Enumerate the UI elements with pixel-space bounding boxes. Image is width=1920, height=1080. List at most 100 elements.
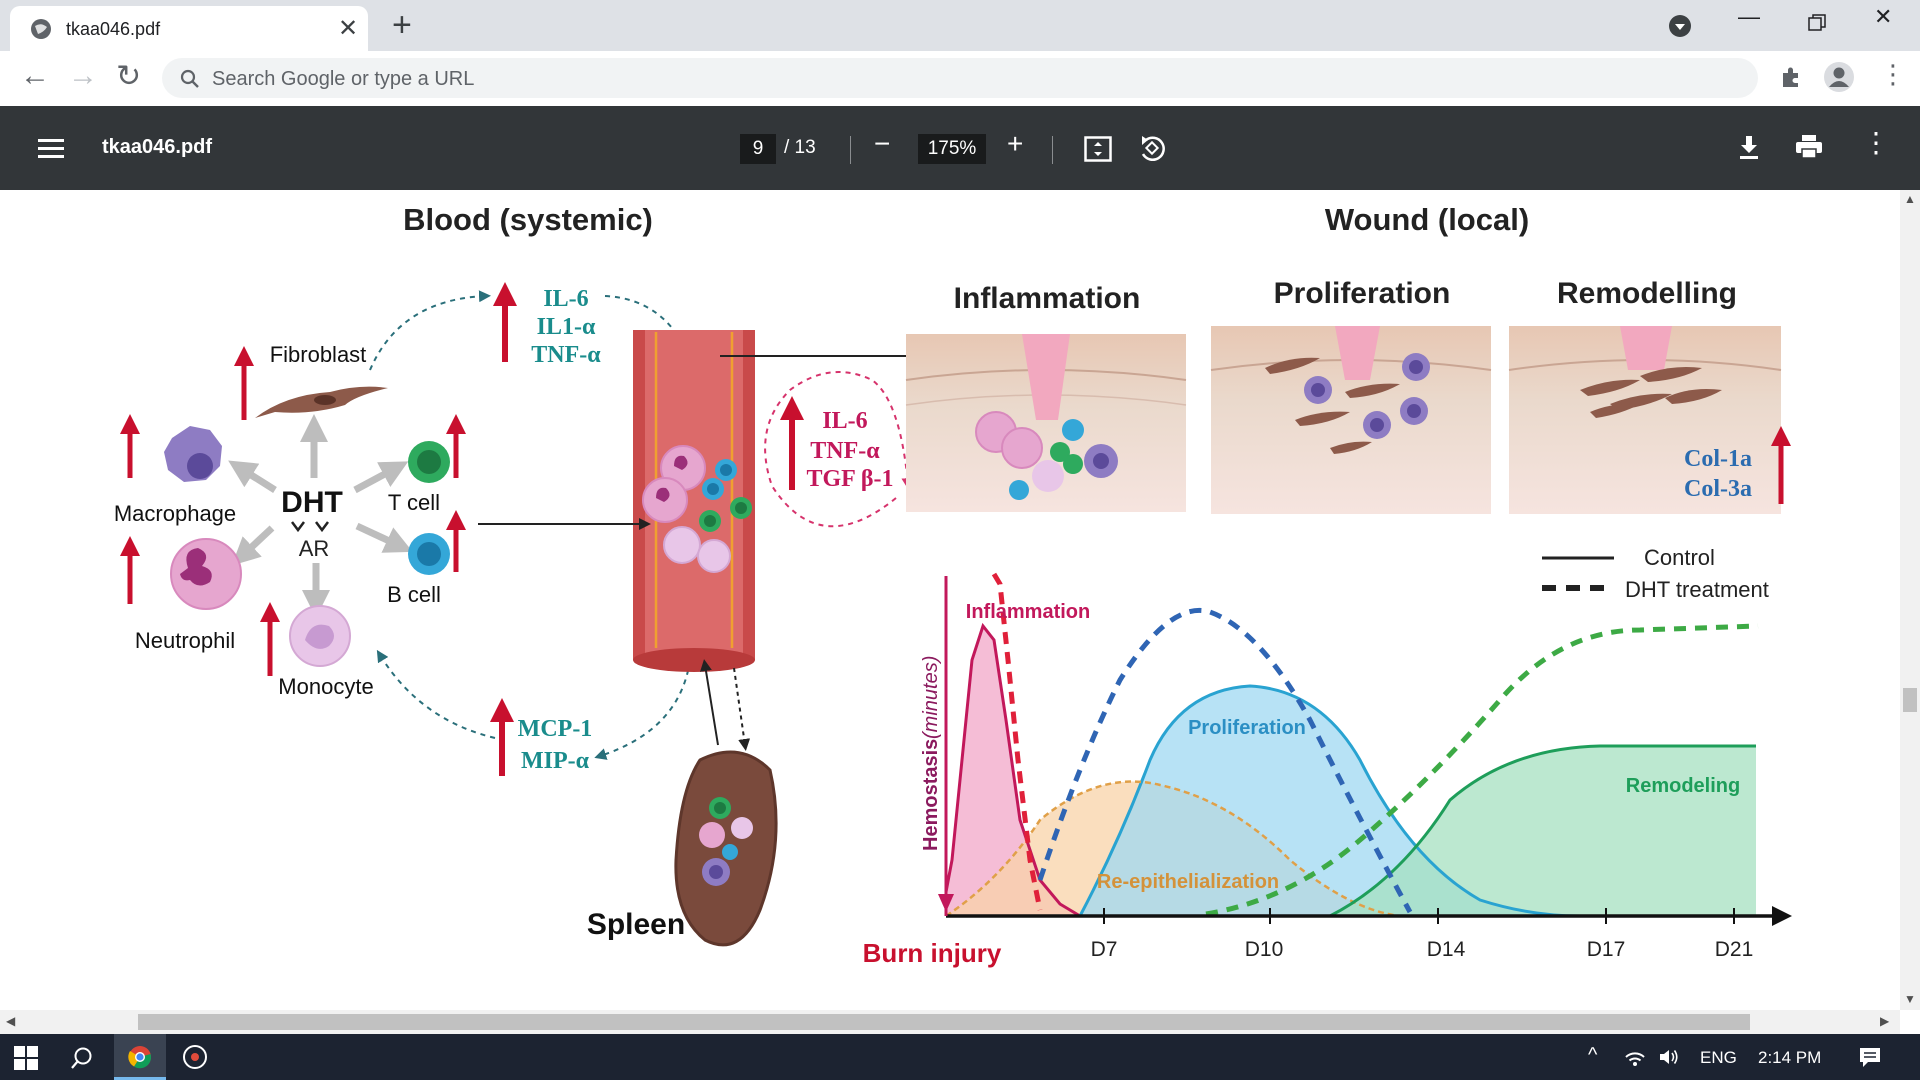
healing-phase-chart: D7 D10 D14 D17 D21 Burn injury Hemostasi… — [863, 545, 1792, 968]
dashed-flow-fibroblast — [369, 290, 491, 371]
horizontal-scrollbar[interactable]: ◀ ▶ — [0, 1010, 1900, 1034]
page-total: / 13 — [784, 137, 816, 158]
globe-icon — [31, 19, 51, 39]
macrophage-nucleus — [187, 453, 213, 479]
minimize-icon[interactable]: — — [1738, 4, 1760, 30]
spleen-to-vessel-arrow — [700, 659, 719, 746]
reload-icon[interactable]: ↻ — [116, 59, 141, 94]
address-bar[interactable]: Search Google or type a URL — [162, 58, 1758, 98]
download-icon[interactable] — [1738, 134, 1760, 160]
volume-icon[interactable] — [1658, 1047, 1680, 1067]
taskbar-search-icon[interactable] — [70, 1046, 94, 1070]
neutrophil-label: Neutrophil — [135, 628, 235, 653]
vessel-end — [633, 648, 755, 672]
t-cell-label: T cell — [388, 490, 440, 515]
collagen-col1a: Col-1a — [1684, 446, 1752, 472]
y-label-bold: Hemostasis — [920, 739, 942, 851]
extensions-puzzle-icon[interactable] — [1779, 65, 1803, 89]
notification-center-icon[interactable] — [1858, 1046, 1882, 1068]
collagen-col3a: Col-3a — [1684, 476, 1752, 502]
vertical-scroll-thumb[interactable] — [1903, 688, 1917, 712]
tray-chevron-up-icon[interactable]: ^ — [1588, 1044, 1597, 1067]
chrome-menu-icon[interactable]: ⋮ — [1880, 59, 1906, 90]
wound-cytokine-tnfa: TNF-α — [810, 438, 880, 464]
tab-search-icon[interactable] — [1668, 14, 1692, 38]
vertical-scrollbar[interactable]: ▲ ▼ — [1900, 190, 1920, 1010]
search-icon — [180, 69, 199, 88]
inflammation-panel: Inflammation — [905, 282, 1187, 512]
series-label-reepithelialization: Re-epithelialization — [1097, 871, 1279, 893]
series-label-inflammation: Inflammation — [966, 601, 1090, 623]
receptor-icon — [291, 521, 329, 533]
rotate-icon[interactable] — [1138, 134, 1166, 164]
cytokine-il6: IL-6 — [543, 286, 588, 312]
hamburger-menu-icon[interactable] — [38, 138, 64, 160]
spleen-label: Spleen — [587, 908, 685, 941]
fibroblast-nucleus — [314, 395, 336, 405]
stage-inflammation-title: Inflammation — [954, 282, 1141, 315]
restore-icon[interactable] — [1808, 14, 1826, 32]
scroll-down-icon[interactable]: ▼ — [1904, 992, 1916, 1006]
scroll-left-icon[interactable]: ◀ — [6, 1014, 15, 1028]
new-tab-button[interactable]: + — [392, 6, 412, 45]
dashed-flow-monocyte — [376, 649, 496, 739]
wifi-icon[interactable] — [1624, 1047, 1646, 1067]
more-options-icon[interactable]: ⋮ — [1862, 126, 1890, 159]
y-label-italic: (minutes) — [920, 656, 942, 739]
tab-strip: tkaa046.pdf ✕ + — ✕ — [0, 0, 1920, 51]
chart-legend: Control DHT treatment — [1542, 545, 1769, 602]
remodelling-panel: Remodelling Col-1a Col-3a — [1508, 277, 1791, 514]
tab-close-icon[interactable]: ✕ — [338, 14, 358, 43]
forward-arrow-icon[interactable]: → — [68, 59, 98, 93]
page-number-input[interactable]: 9 — [740, 134, 776, 164]
profile-avatar-icon[interactable] — [1823, 61, 1855, 93]
ar-label: AR — [299, 536, 330, 561]
input-language[interactable]: ENG — [1700, 1048, 1737, 1068]
windows-taskbar: ^ ENG 2:14 PM — [0, 1034, 1920, 1080]
address-bar-placeholder: Search Google or type a URL — [212, 68, 475, 90]
macrophage-label: Macrophage — [114, 501, 236, 526]
system-clock[interactable]: 2:14 PM — [1758, 1048, 1821, 1068]
close-window-icon[interactable]: ✕ — [1874, 4, 1892, 30]
legend-dht: DHT treatment — [1625, 577, 1769, 602]
wound-cytokine-il6: IL-6 — [822, 408, 867, 434]
horizontal-scroll-thumb[interactable] — [138, 1014, 1750, 1030]
chrome-icon — [128, 1046, 152, 1069]
media-app-icon[interactable] — [183, 1045, 207, 1069]
pdf-page-viewport: Blood (systemic) Wound (local) DHT AR Fi… — [0, 190, 1900, 1010]
back-arrow-icon[interactable]: ← — [20, 59, 50, 93]
vessel-to-spleen-arrow — [733, 667, 751, 751]
scroll-right-icon[interactable]: ▶ — [1880, 1014, 1889, 1028]
burn-injury-label: Burn injury — [863, 938, 1002, 968]
pdf-toolbar: tkaa046.pdf 9 / 13 − 175% + ⋮ — [0, 106, 1920, 190]
zoom-out-button[interactable]: − — [874, 128, 890, 160]
cytokine-tnfa: TNF-α — [531, 342, 601, 368]
y-axis-label: Hemostasis (minutes) — [920, 656, 942, 851]
pdf-file-name: tkaa046.pdf — [102, 136, 213, 158]
wound-cytokine-tgfb1: TGF β-1 — [806, 466, 893, 492]
scroll-up-icon[interactable]: ▲ — [1904, 192, 1916, 206]
dashed-flow-chemokine — [594, 659, 691, 760]
zoom-in-button[interactable]: + — [1007, 128, 1023, 160]
toolbar-divider — [1052, 136, 1053, 164]
fit-to-page-icon[interactable] — [1084, 136, 1112, 162]
series-label-proliferation: Proliferation — [1188, 717, 1306, 739]
zoom-level-input[interactable]: 175% — [918, 134, 986, 164]
t-cell-nucleus — [417, 450, 441, 474]
toolbar-divider — [850, 136, 851, 164]
fibroblast-label: Fibroblast — [270, 342, 367, 367]
stage-remodelling-title: Remodelling — [1557, 277, 1737, 310]
blood-title: Blood (systemic) — [403, 202, 653, 237]
series-label-remodeling: Remodeling — [1626, 775, 1740, 797]
browser-toolbar: ← → ↻ Search Google or type a URL ⋮ — [0, 51, 1920, 107]
x-tick-d7: D7 — [1091, 938, 1118, 961]
browser-tab[interactable]: tkaa046.pdf ✕ — [10, 6, 368, 51]
b-cell-label: B cell — [387, 582, 441, 607]
monocyte-label: Monocyte — [278, 674, 373, 699]
figure-graphic: Blood (systemic) Wound (local) DHT AR Fi… — [114, 202, 1792, 968]
x-tick-d21: D21 — [1715, 938, 1754, 961]
taskbar-chrome-button[interactable] — [114, 1034, 166, 1080]
windows-start-icon[interactable] — [14, 1046, 38, 1070]
dht-label: DHT — [281, 486, 343, 519]
print-icon[interactable] — [1795, 134, 1823, 160]
